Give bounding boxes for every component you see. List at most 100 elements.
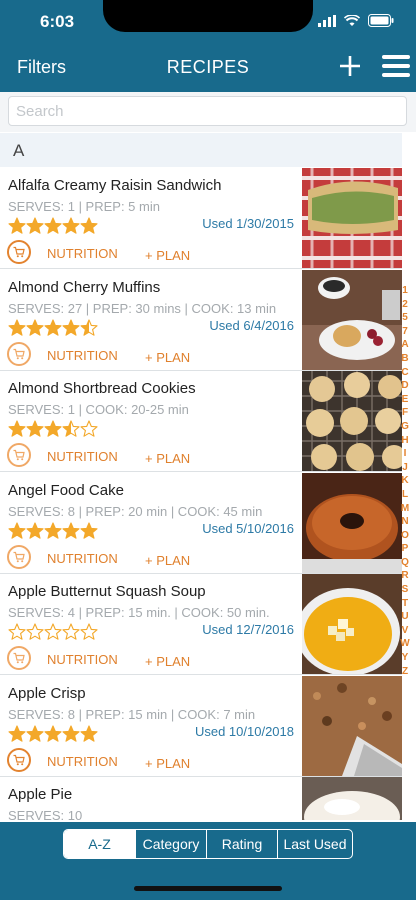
rating-stars[interactable]: [8, 420, 98, 438]
cart-icon: [13, 754, 25, 765]
recipe-photo[interactable]: [302, 574, 402, 674]
cart-toggle[interactable]: [7, 240, 31, 264]
alphabet-index-letter[interactable]: Z: [399, 665, 411, 679]
recipe-photo[interactable]: [302, 168, 402, 268]
alphabet-index-letter[interactable]: A: [399, 338, 411, 352]
plan-button[interactable]: + PLAN: [145, 248, 190, 263]
alphabet-index-letter[interactable]: B: [399, 352, 411, 366]
alphabet-index-letter[interactable]: U: [399, 610, 411, 624]
plan-button[interactable]: + PLAN: [145, 553, 190, 568]
star-icon: [44, 217, 62, 234]
recipe-row[interactable]: Apple Butternut Squash Soup SERVES: 4 | …: [0, 574, 402, 675]
cart-toggle[interactable]: [7, 747, 31, 772]
alphabet-index-letter[interactable]: 7: [399, 325, 411, 339]
plan-button[interactable]: + PLAN: [145, 350, 190, 365]
alphabet-index-letter[interactable]: H: [399, 434, 411, 448]
cart-toggle[interactable]: [7, 646, 31, 670]
alphabet-index-letter[interactable]: S: [399, 583, 411, 597]
cart-icon: [13, 449, 25, 461]
recipe-list[interactable]: Alfalfa Creamy Raisin Sandwich SERVES: 1…: [0, 168, 402, 820]
alphabet-index-letter[interactable]: F: [399, 406, 411, 420]
alphabet-index[interactable]: 1257ABCDEFGHIJKLMNOPQRSTUVWYZ: [399, 284, 411, 678]
rating-stars[interactable]: [8, 623, 98, 641]
nutrition-button[interactable]: NUTRITION: [47, 246, 118, 261]
alphabet-index-letter[interactable]: M: [399, 502, 411, 516]
recipe-row[interactable]: Apple Crisp SERVES: 8 | PREP: 15 min | C…: [0, 675, 402, 777]
alphabet-index-letter[interactable]: 1: [399, 284, 411, 298]
recipe-name: Apple Butternut Squash Soup: [8, 583, 206, 600]
rating-stars[interactable]: [8, 724, 98, 743]
sort-segmented-control[interactable]: A-Z Category Rating Last Used: [63, 829, 353, 859]
rating-stars[interactable]: [8, 318, 98, 337]
star-icon: [80, 521, 98, 539]
alphabet-index-letter[interactable]: E: [399, 393, 411, 407]
alphabet-index-letter[interactable]: V: [399, 624, 411, 638]
cart-toggle[interactable]: [7, 443, 31, 467]
last-used-date: Used 10/10/2018: [194, 723, 294, 739]
home-indicator[interactable]: [134, 886, 282, 891]
recipe-name: Apple Pie: [8, 786, 73, 803]
search-input[interactable]: [8, 96, 407, 126]
alphabet-index-letter[interactable]: P: [399, 542, 411, 556]
menu-icon[interactable]: [382, 55, 410, 77]
add-recipe-icon[interactable]: [338, 54, 362, 78]
rating-stars[interactable]: [8, 521, 98, 540]
star-icon: [62, 521, 80, 539]
alphabet-index-letter[interactable]: Y: [399, 651, 411, 665]
nutrition-button[interactable]: NUTRITION: [47, 551, 118, 566]
alphabet-index-letter[interactable]: K: [399, 474, 411, 488]
recipe-photo[interactable]: [302, 472, 402, 573]
star-icon: [80, 623, 98, 640]
alphabet-index-letter[interactable]: 2: [399, 298, 411, 312]
alphabet-index-letter[interactable]: 5: [399, 311, 411, 325]
recipe-row[interactable]: Angel Food Cake SERVES: 8 | PREP: 20 min…: [0, 472, 402, 574]
recipe-name: Almond Shortbread Cookies: [8, 380, 196, 397]
star-icon: [26, 217, 44, 234]
alphabet-index-letter[interactable]: D: [399, 379, 411, 393]
sort-tab-rating[interactable]: Rating: [206, 830, 277, 858]
alphabet-index-letter[interactable]: O: [399, 529, 411, 543]
recipe-name: Alfalfa Creamy Raisin Sandwich: [8, 177, 222, 194]
recipe-row[interactable]: Apple Pie SERVES: 10: [0, 777, 402, 820]
sort-tab-a-z[interactable]: A-Z: [64, 830, 135, 858]
plan-button[interactable]: + PLAN: [145, 451, 190, 466]
alphabet-index-letter[interactable]: W: [399, 637, 411, 651]
recipe-meta: SERVES: 8 | PREP: 20 min | COOK: 45 min: [8, 503, 263, 519]
recipe-row[interactable]: Alfalfa Creamy Raisin Sandwich SERVES: 1…: [0, 168, 402, 269]
recipe-row[interactable]: Almond Cherry Muffins SERVES: 27 | PREP:…: [0, 269, 402, 371]
signal-icon: [318, 14, 336, 27]
cart-icon: [13, 652, 25, 664]
alphabet-index-letter[interactable]: T: [399, 597, 411, 611]
star-icon: [62, 420, 80, 437]
recipe-row[interactable]: Almond Shortbread Cookies SERVES: 1 | CO…: [0, 371, 402, 472]
alphabet-index-letter[interactable]: C: [399, 366, 411, 380]
recipe-photo[interactable]: [302, 777, 402, 820]
star-icon: [62, 318, 80, 336]
star-icon: [26, 420, 44, 437]
plan-button[interactable]: + PLAN: [145, 654, 190, 669]
cart-toggle[interactable]: [7, 544, 31, 569]
plan-button[interactable]: + PLAN: [145, 756, 190, 771]
recipe-photo[interactable]: [302, 269, 402, 370]
recipe-meta: SERVES: 27 | PREP: 30 mins | COOK: 13 mi…: [8, 300, 277, 316]
alphabet-index-letter[interactable]: G: [399, 420, 411, 434]
nutrition-button[interactable]: NUTRITION: [47, 449, 118, 464]
sort-tab-category[interactable]: Category: [135, 830, 206, 858]
nutrition-button[interactable]: NUTRITION: [47, 652, 118, 667]
nutrition-button[interactable]: NUTRITION: [47, 754, 118, 769]
alphabet-index-letter[interactable]: Q: [399, 556, 411, 570]
alphabet-index-letter[interactable]: J: [399, 461, 411, 475]
recipe-photo[interactable]: [302, 675, 402, 776]
alphabet-index-letter[interactable]: R: [399, 569, 411, 583]
sort-tab-last-used[interactable]: Last Used: [277, 830, 352, 858]
nutrition-button[interactable]: NUTRITION: [47, 348, 118, 363]
alphabet-index-letter[interactable]: N: [399, 515, 411, 529]
rating-stars[interactable]: [8, 217, 98, 235]
recipe-photo[interactable]: [302, 371, 402, 471]
alphabet-index-letter[interactable]: L: [399, 488, 411, 502]
star-icon: [26, 318, 44, 336]
star-icon: [26, 623, 44, 640]
alphabet-index-letter[interactable]: I: [399, 447, 411, 461]
star-icon: [44, 724, 62, 742]
cart-toggle[interactable]: [7, 341, 31, 366]
